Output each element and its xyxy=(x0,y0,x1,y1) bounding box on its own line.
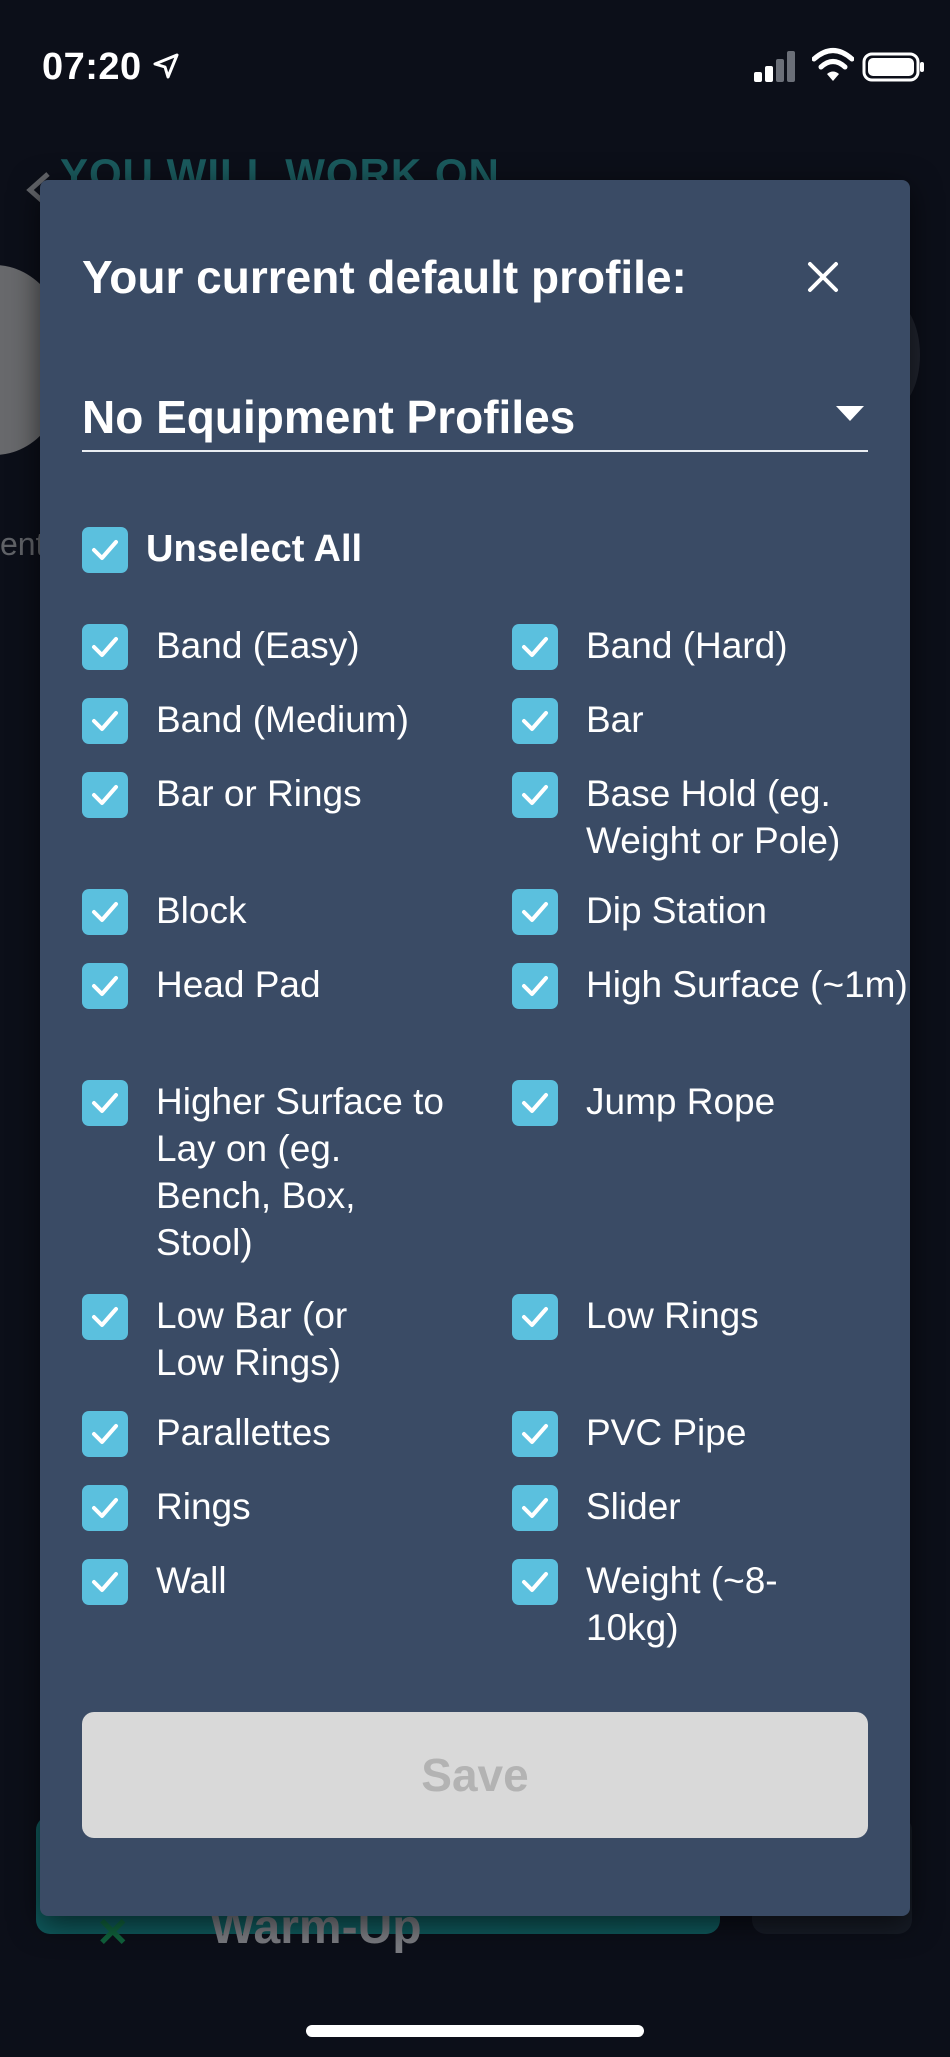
checkmark-icon xyxy=(92,1093,118,1113)
equipment-label: Rings xyxy=(156,1486,251,1527)
checkmark-icon xyxy=(92,1307,118,1327)
save-button[interactable]: Save xyxy=(82,1712,868,1838)
wifi-icon xyxy=(812,48,854,81)
equipment-label: Weight (~8-10kg) xyxy=(586,1560,778,1648)
equipment-label: Jump Rope xyxy=(586,1081,776,1122)
equipment-label: Band (Medium) xyxy=(156,699,409,740)
equipment-checkbox[interactable] xyxy=(82,1485,128,1531)
thumbnail-caption: ent xyxy=(0,526,45,562)
equipment-label: Dip Station xyxy=(586,890,767,931)
checkmark-icon xyxy=(522,902,548,922)
equipment-profile-modal: Your current default profile: No Equipme… xyxy=(40,180,910,1916)
equipment-checkbox[interactable] xyxy=(512,772,558,818)
equipment-checkbox[interactable] xyxy=(512,698,558,744)
equipment-label: Band (Easy) xyxy=(156,625,360,666)
equipment-label: Slider xyxy=(586,1486,681,1527)
checkmark-icon xyxy=(92,637,118,657)
equipment-label: Band (Hard) xyxy=(586,625,788,666)
equipment-checkbox[interactable] xyxy=(512,1485,558,1531)
close-button[interactable] xyxy=(798,252,848,302)
checkmark-icon xyxy=(522,711,548,731)
equipment-checkbox[interactable] xyxy=(512,963,558,1009)
equipment-label: Head Pad xyxy=(156,964,321,1005)
equipment-checkbox[interactable] xyxy=(512,1080,558,1126)
equipment-label: Wall xyxy=(156,1560,227,1601)
home-indicator[interactable] xyxy=(306,2025,644,2037)
caret-down-icon xyxy=(836,406,864,421)
checkmark-icon xyxy=(522,976,548,996)
equipment-label: Higher Surface to Lay on (eg. Bench, Box… xyxy=(156,1081,444,1263)
equipment-checkbox[interactable] xyxy=(512,1411,558,1457)
equipment-checkbox[interactable] xyxy=(82,1411,128,1457)
close-icon xyxy=(808,262,838,292)
screen: YOU WILL WORK ON ent ✕ Warm-Up 07:20 You… xyxy=(0,0,950,2057)
battery-icon xyxy=(862,52,924,82)
equipment-label: PVC Pipe xyxy=(586,1412,747,1453)
location-arrow-icon xyxy=(153,53,179,79)
checkmark-icon xyxy=(92,976,118,996)
equipment-checkbox[interactable] xyxy=(82,698,128,744)
status-bar: 07:20 xyxy=(0,0,950,92)
equipment-checkbox[interactable] xyxy=(82,772,128,818)
checkmark-icon xyxy=(92,902,118,922)
checkmark-icon xyxy=(92,540,118,560)
equipment-checkbox[interactable] xyxy=(82,1294,128,1340)
equipment-checkbox[interactable] xyxy=(512,1294,558,1340)
equipment-checkbox[interactable] xyxy=(82,624,128,670)
checkmark-icon xyxy=(522,637,548,657)
modal-title: Your current default profile: xyxy=(82,251,687,303)
checkmark-icon xyxy=(522,1498,548,1518)
checkmark-icon xyxy=(522,1093,548,1113)
equipment-label: Low Rings xyxy=(586,1295,759,1336)
equipment-label: Block xyxy=(156,890,247,931)
checkmark-icon xyxy=(92,1572,118,1592)
equipment-label: Low Bar (or Low Rings) xyxy=(156,1295,348,1383)
equipment-checkbox[interactable] xyxy=(82,963,128,1009)
equipment-checkbox[interactable] xyxy=(512,1559,558,1605)
equipment-checkbox[interactable] xyxy=(512,889,558,935)
checkmark-icon xyxy=(522,1307,548,1327)
equipment-label: Base Hold (eg. Weight or Pole) xyxy=(586,773,841,861)
equipment-checkbox[interactable] xyxy=(82,1559,128,1605)
checkmark-icon xyxy=(92,785,118,805)
checkmark-icon xyxy=(92,1424,118,1444)
status-time: 07:20 xyxy=(42,46,142,88)
checkmark-icon xyxy=(92,711,118,731)
equipment-checkbox[interactable] xyxy=(512,624,558,670)
cross-icon: ✕ xyxy=(96,1911,130,1955)
equipment-label: Parallettes xyxy=(156,1412,331,1453)
checkmark-icon xyxy=(92,1498,118,1518)
unselect-all-label: Unselect All xyxy=(146,528,363,570)
equipment-checkbox[interactable] xyxy=(82,889,128,935)
profile-select[interactable]: No Equipment Profiles xyxy=(82,380,868,452)
equipment-label: Bar xyxy=(586,699,644,740)
checkmark-icon xyxy=(522,785,548,805)
unselect-all-checkbox[interactable] xyxy=(82,527,128,573)
checkmark-icon xyxy=(522,1424,548,1444)
equipment-label: Bar or Rings xyxy=(156,773,362,814)
checkmark-icon xyxy=(522,1572,548,1592)
profile-select-value: No Equipment Profiles xyxy=(82,391,576,443)
equipment-checkbox[interactable] xyxy=(82,1080,128,1126)
cellular-signal-icon xyxy=(754,51,795,82)
equipment-label: High Surface (~1m) xyxy=(586,964,908,1005)
